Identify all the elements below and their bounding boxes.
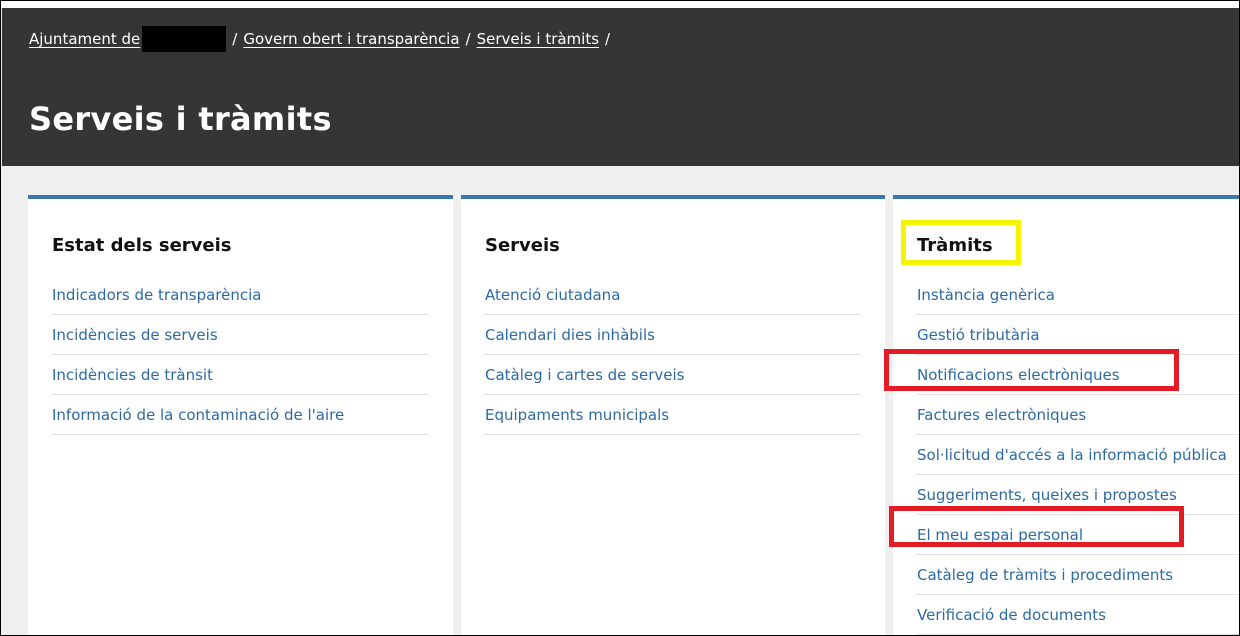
link-cataleg-tramits[interactable]: Catàleg de tràmits i procediments xyxy=(917,566,1173,584)
list-item: Calendari dies inhàbils xyxy=(485,315,861,355)
link-verificacio-documents[interactable]: Verificació de documents xyxy=(917,606,1106,624)
breadcrumb-serveis-tramits-link[interactable]: Serveis i tràmits xyxy=(477,30,599,48)
list-item: Equipaments municipals xyxy=(485,395,861,435)
link-cataleg-cartes-serveis[interactable]: Catàleg i cartes de serveis xyxy=(485,366,684,384)
link-incidencies-transit[interactable]: Incidències de trànsit xyxy=(52,366,213,384)
link-factures-electroniques[interactable]: Factures electròniques xyxy=(917,406,1086,424)
list-item: Factures electròniques xyxy=(917,395,1239,435)
list-item: Atenció ciutadana xyxy=(485,275,861,315)
redacted-block xyxy=(142,26,227,52)
link-sollicitud-acces-informacio[interactable]: Sol·licitud d'accés a la informació públ… xyxy=(917,446,1227,464)
list-item: Suggeriments, queixes i propostes xyxy=(917,475,1239,515)
page-title: Serveis i tràmits xyxy=(29,100,332,138)
list-item: Instància genèrica xyxy=(917,275,1239,315)
link-suggeriments-queixes[interactable]: Suggeriments, queixes i propostes xyxy=(917,486,1177,504)
card-title: Serveis xyxy=(485,235,560,256)
list-item: Gestió tributària xyxy=(917,315,1239,355)
link-atencio-ciutadana[interactable]: Atenció ciutadana xyxy=(485,286,620,304)
link-indicadors-transparencia[interactable]: Indicadors de transparència xyxy=(52,286,261,304)
list-item: Indicadors de transparència xyxy=(52,275,428,315)
link-instancia-generica[interactable]: Instància genèrica xyxy=(917,286,1055,304)
link-meu-espai-personal[interactable]: El meu espai personal xyxy=(917,526,1083,544)
list-item: Sol·licitud d'accés a la informació públ… xyxy=(917,435,1239,475)
card-title: Tràmits xyxy=(917,235,993,256)
link-gestio-tributaria[interactable]: Gestió tributària xyxy=(917,326,1040,344)
link-notificacions-electroniques[interactable]: Notificacions electròniques xyxy=(917,366,1120,384)
card-title: Estat dels serveis xyxy=(52,235,232,256)
page-frame: Ajuntament de / Govern obert i transparè… xyxy=(0,0,1240,636)
breadcrumb-home-link[interactable]: Ajuntament de xyxy=(29,30,140,48)
list-item: Incidències de serveis xyxy=(52,315,428,355)
breadcrumb-separator: / xyxy=(465,30,471,48)
link-incidencies-serveis[interactable]: Incidències de serveis xyxy=(52,326,218,344)
link-equipaments-municipals[interactable]: Equipaments municipals xyxy=(485,406,669,424)
list-item: Verificació de documents xyxy=(917,595,1239,635)
card-estat-dels-serveis: Estat dels serveis Indicadors de transpa… xyxy=(28,195,453,635)
list-item: Informació de la contaminació de l'aire xyxy=(52,395,428,435)
list-item: Notificacions electròniques xyxy=(917,355,1239,395)
link-list: Instància genèrica Gestió tributària Not… xyxy=(917,275,1239,635)
link-calendari-dies-inhabils[interactable]: Calendari dies inhàbils xyxy=(485,326,655,344)
breadcrumb: Ajuntament de / Govern obert i transparè… xyxy=(29,26,616,52)
page-header: Ajuntament de / Govern obert i transparè… xyxy=(2,8,1239,166)
link-contaminacio-aire[interactable]: Informació de la contaminació de l'aire xyxy=(52,406,344,424)
breadcrumb-govern-obert-link[interactable]: Govern obert i transparència xyxy=(243,30,459,48)
breadcrumb-separator: / xyxy=(605,30,611,48)
card-serveis: Serveis Atenció ciutadana Calendari dies… xyxy=(461,195,885,635)
breadcrumb-separator: / xyxy=(232,30,238,48)
list-item: Incidències de trànsit xyxy=(52,355,428,395)
top-strip xyxy=(1,1,1239,8)
link-list: Indicadors de transparència Incidències … xyxy=(52,275,428,435)
list-item: Catàleg de tràmits i procediments xyxy=(917,555,1239,595)
link-list: Atenció ciutadana Calendari dies inhàbil… xyxy=(485,275,861,435)
list-item: Catàleg i cartes de serveis xyxy=(485,355,861,395)
list-item: El meu espai personal xyxy=(917,515,1239,555)
card-tramits: Tràmits Instància genèrica Gestió tribut… xyxy=(893,195,1239,635)
